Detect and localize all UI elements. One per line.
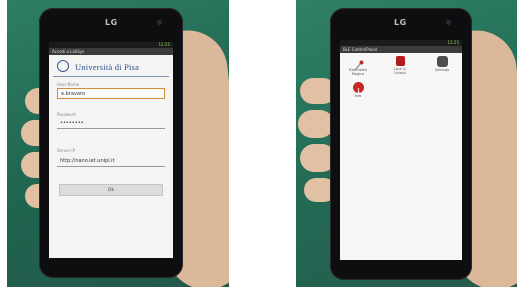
server-label: Server IP	[57, 148, 75, 153]
app-label: Settings	[434, 68, 450, 72]
username-field[interactable]: e.bravaro	[57, 88, 165, 99]
app-label: Bacchetta Magica	[349, 68, 367, 76]
front-camera	[157, 20, 162, 25]
app-icon-settings[interactable]: Settings	[430, 56, 454, 72]
screen-right: 12:25 BLE ControlPanel Bacchetta Magica …	[340, 40, 462, 260]
front-camera	[446, 20, 451, 25]
wand-icon	[353, 56, 364, 71]
photo-control-panel: LG 12:25 BLE ControlPanel Bacchetta Magi…	[296, 0, 517, 287]
ok-button[interactable]: Ok	[59, 184, 163, 196]
app-icon-lock[interactable]: Lock & Unlock	[388, 56, 412, 75]
university-name: Università di Pisa	[75, 62, 140, 72]
app-label: Info	[354, 94, 362, 98]
screen-left: 12:25 Accedi a LabSys Università di Pisa…	[49, 42, 173, 258]
app-title: BLE ControlPanel	[340, 46, 462, 53]
app-icon-wand[interactable]: Bacchetta Magica	[346, 56, 370, 76]
university-seal-icon	[57, 60, 69, 72]
info-icon	[352, 82, 364, 95]
app-title: Accedi a LabSys	[49, 48, 173, 55]
app-icon-info[interactable]: Info	[346, 82, 370, 98]
settings-icon	[436, 56, 448, 67]
photo-login-screen: LG 12:25 Accedi a LabSys Università di P…	[7, 0, 229, 287]
password-field[interactable]: ••••••••	[57, 118, 165, 129]
brand-logo: LG	[105, 18, 118, 27]
brand-logo: LG	[394, 18, 407, 27]
server-field[interactable]: http://nano.iet.unipi.it	[57, 156, 165, 167]
lock-icon	[395, 56, 405, 66]
username-label: User Name	[57, 82, 80, 87]
phone-left: LG 12:25 Accedi a LabSys Università di P…	[39, 8, 183, 278]
phone-right: LG 12:25 BLE ControlPanel Bacchetta Magi…	[330, 8, 472, 280]
finger	[298, 110, 334, 138]
password-label: Password	[57, 112, 76, 117]
app-label: Lock & Unlock	[394, 67, 406, 75]
university-header: Università di Pisa	[53, 58, 169, 77]
